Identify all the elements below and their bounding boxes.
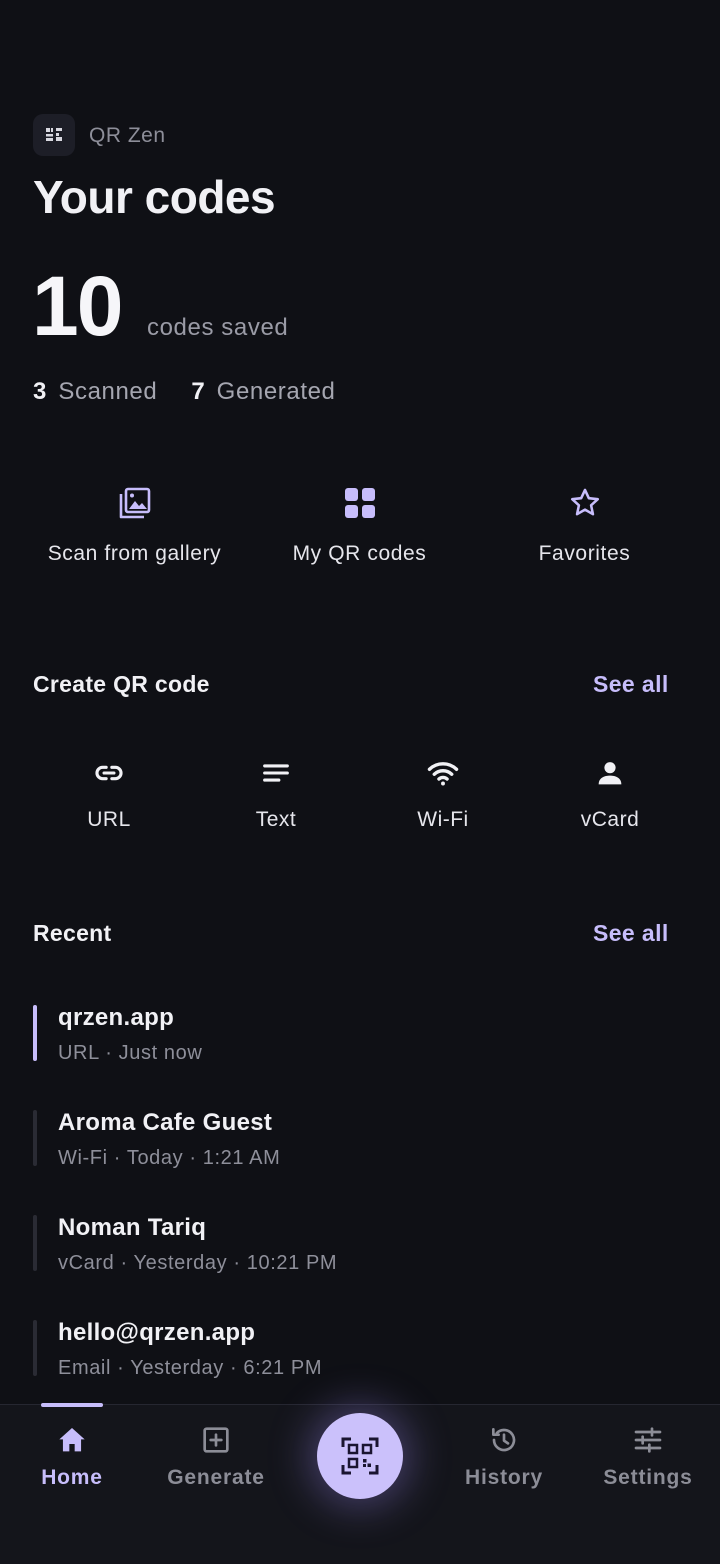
app-logo-icon: [46, 128, 62, 141]
scan-qr-fab[interactable]: [317, 1413, 403, 1499]
stat-generated: 7 Generated: [191, 378, 335, 406]
total-count-label: codes saved: [147, 314, 289, 341]
stats-row: 3 Scanned 7 Generated: [33, 378, 336, 406]
create-url-button[interactable]: URL: [34, 752, 184, 842]
favorites-label: Favorites: [538, 542, 631, 565]
plus-square-icon: [203, 1427, 229, 1453]
scanned-label: Scanned: [58, 378, 158, 405]
recent-item-subtitle: Email · Yesterday · 6:21 PM: [58, 1357, 323, 1379]
create-see-all-link[interactable]: See all: [593, 671, 669, 698]
recent-item[interactable]: Noman Tariq vCard · Yesterday · 10:21 PM: [33, 1214, 683, 1274]
person-icon: [598, 762, 622, 785]
generated-label: Generated: [216, 378, 336, 405]
recent-section-title: Recent: [33, 920, 112, 946]
recent-see-all-link[interactable]: See all: [593, 920, 669, 947]
recent-item-subtitle: Wi-Fi · Today · 1:21 AM: [58, 1147, 281, 1169]
create-section-title: Create QR code: [33, 671, 210, 697]
nav-history-label: History: [465, 1466, 543, 1489]
create-vcard-button[interactable]: vCard: [535, 752, 685, 842]
home-icon: [59, 1428, 85, 1452]
text-icon: [263, 764, 289, 782]
stat-scanned: 3 Scanned: [33, 378, 157, 406]
generated-count: 7: [191, 378, 205, 405]
create-wifi-label: Wi-Fi: [417, 808, 469, 831]
wifi-icon: [427, 762, 459, 786]
sliders-icon: [634, 1427, 662, 1453]
qr-scan-icon: [341, 1437, 379, 1475]
scan-from-gallery-button[interactable]: Scan from gallery: [22, 480, 247, 580]
total-count: 10: [32, 259, 123, 353]
recent-item-indicator: [33, 1215, 37, 1271]
recent-item-indicator: [33, 1320, 37, 1376]
nav-settings[interactable]: Settings: [576, 1420, 720, 1490]
recent-item[interactable]: Aroma Cafe Guest Wi-Fi · Today · 1:21 AM: [33, 1109, 683, 1169]
create-vcard-label: vCard: [580, 808, 640, 831]
recent-item-title: Aroma Cafe Guest: [58, 1109, 273, 1136]
recent-item-title: qrzen.app: [58, 1004, 175, 1031]
nav-settings-label: Settings: [603, 1466, 693, 1489]
recent-item-title: Noman Tariq: [58, 1214, 207, 1241]
grid-icon: [344, 488, 375, 518]
nav-history[interactable]: History: [432, 1420, 576, 1490]
recent-item-subtitle: URL · Just now: [58, 1042, 203, 1064]
my-qr-codes-label: My QR codes: [292, 542, 427, 565]
my-qr-codes-button[interactable]: My QR codes: [247, 480, 472, 580]
nav-home-label: Home: [41, 1466, 103, 1489]
app-logo: [33, 114, 75, 156]
favorites-button[interactable]: Favorites: [472, 480, 697, 580]
recent-item[interactable]: hello@qrzen.app Email · Yesterday · 6:21…: [33, 1319, 683, 1379]
create-text-button[interactable]: Text: [201, 752, 351, 842]
recent-item-title: hello@qrzen.app: [58, 1319, 256, 1346]
history-icon: [492, 1428, 516, 1452]
nav-home[interactable]: Home: [0, 1420, 144, 1490]
create-wifi-button[interactable]: Wi-Fi: [368, 752, 518, 842]
recent-item[interactable]: qrzen.app URL · Just now: [33, 1004, 683, 1064]
page-title: Your codes: [33, 171, 276, 223]
recent-item-indicator: [33, 1110, 37, 1166]
scanned-count: 3: [33, 378, 47, 405]
nav-generate-label: Generate: [167, 1466, 265, 1489]
recent-item-subtitle: vCard · Yesterday · 10:21 PM: [58, 1252, 338, 1274]
link-icon: [95, 765, 123, 781]
scan-from-gallery-label: Scan from gallery: [47, 542, 222, 565]
star-icon: [570, 488, 599, 516]
nav-active-indicator: [41, 1403, 103, 1407]
app-name: QR Zen: [89, 124, 166, 147]
create-url-label: URL: [87, 808, 131, 831]
gallery-icon: [119, 487, 150, 519]
nav-generate[interactable]: Generate: [144, 1420, 288, 1490]
recent-item-indicator: [33, 1005, 37, 1061]
create-text-label: Text: [255, 808, 297, 831]
